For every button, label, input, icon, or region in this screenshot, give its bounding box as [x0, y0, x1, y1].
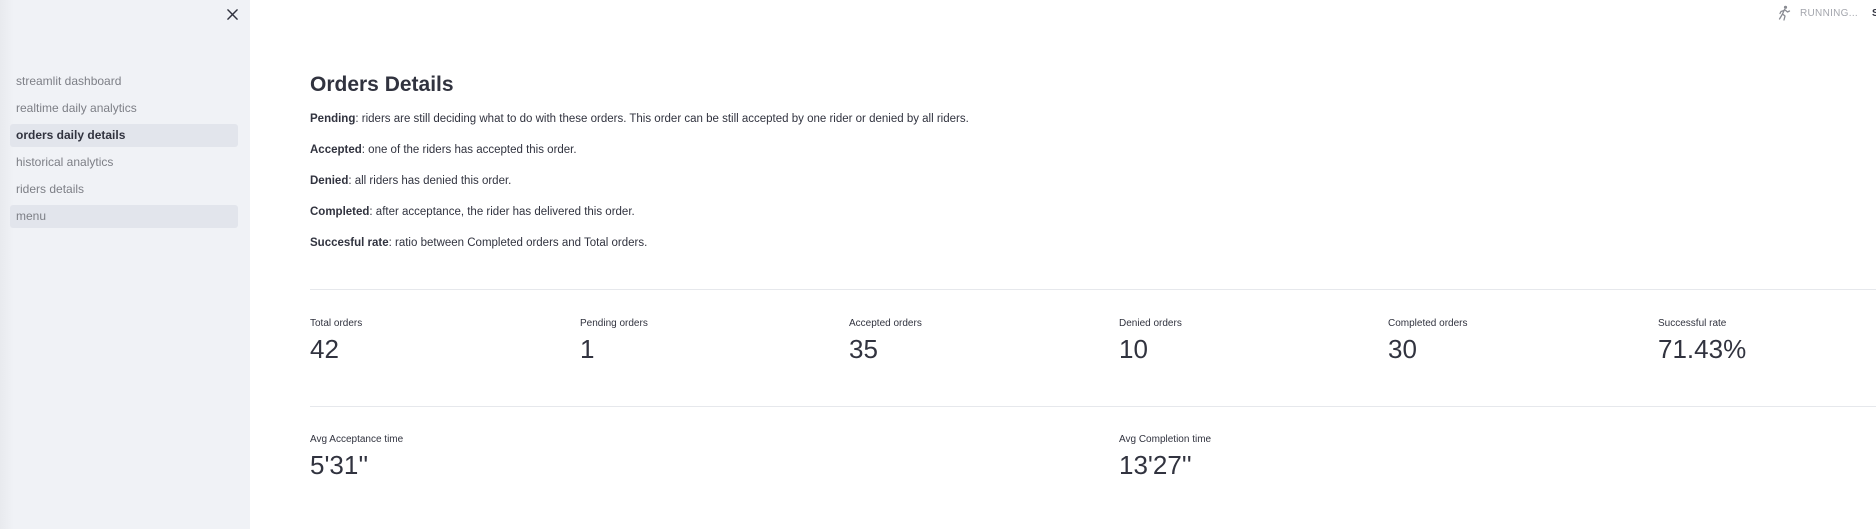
metric-value: 5'31'': [310, 450, 369, 480]
metric-value: 13'27'': [1119, 450, 1192, 480]
main-content: Orders Details Pending: riders are still…: [310, 0, 1876, 529]
metric-value: 42: [310, 334, 339, 364]
definition-term: Pending: [310, 113, 356, 125]
definition-succesful-rate: Succesful rate: ratio between Completed …: [310, 237, 647, 249]
metric-value: 30: [1388, 334, 1417, 364]
sidebar-item-menu[interactable]: menu: [10, 205, 238, 228]
metric-label: Avg Acceptance time: [310, 434, 404, 445]
close-icon: [226, 8, 238, 20]
close-sidebar-button[interactable]: [222, 4, 242, 24]
metric-avg-acceptance-time: Avg Acceptance time 5'31'': [310, 434, 403, 481]
metric-avg-completion-time: Avg Completion time 13'27'': [1119, 434, 1211, 481]
definition-pending: Pending: riders are still deciding what …: [310, 113, 969, 125]
sidebar-item-riders-details[interactable]: riders details: [10, 178, 238, 201]
definition-term: Denied: [310, 175, 349, 187]
metric-value: 1: [580, 334, 595, 364]
sidebar-item-historical-analytics[interactable]: historical analytics: [10, 151, 238, 174]
divider: [310, 289, 1876, 290]
definition-completed: Completed: after acceptance, the rider h…: [310, 206, 635, 218]
metric-label: Successful rate: [1658, 318, 1727, 329]
metric-value: 10: [1119, 334, 1148, 364]
metric-accepted-orders: Accepted orders 35: [849, 318, 922, 365]
definition-term: Succesful rate: [310, 237, 389, 249]
metric-value: 71.43%: [1658, 334, 1747, 364]
metric-label: Accepted orders: [849, 318, 922, 329]
definition-text: : one of the riders has accepted this or…: [361, 144, 577, 156]
metric-label: Avg Completion time: [1119, 434, 1212, 445]
sidebar-nav: streamlit dashboard realtime daily analy…: [10, 70, 238, 232]
definition-denied: Denied: all riders has denied this order…: [310, 175, 511, 187]
divider: [310, 406, 1876, 407]
metric-denied-orders: Denied orders 10: [1119, 318, 1182, 365]
sidebar-item-realtime-daily-analytics[interactable]: realtime daily analytics: [10, 97, 238, 120]
definition-text: : all riders has denied this order.: [348, 175, 512, 187]
sidebar-item-streamlit-dashboard[interactable]: streamlit dashboard: [10, 70, 238, 93]
definition-text: : ratio between Completed orders and Tot…: [388, 237, 648, 249]
metric-label: Pending orders: [580, 318, 648, 329]
definition-text: : after acceptance, the rider has delive…: [369, 206, 635, 218]
metric-successful-rate: Successful rate 71.43%: [1658, 318, 1746, 365]
metric-label: Completed orders: [1388, 318, 1468, 329]
metric-label: Denied orders: [1119, 318, 1182, 329]
sidebar: streamlit dashboard realtime daily analy…: [0, 0, 250, 529]
metric-value: 35: [849, 334, 878, 364]
metric-pending-orders: Pending orders 1: [580, 318, 648, 365]
metric-total-orders: Total orders 42: [310, 318, 362, 365]
sidebar-item-orders-daily-details[interactable]: orders daily details: [10, 124, 238, 147]
metric-label: Total orders: [310, 318, 363, 329]
metric-completed-orders: Completed orders 30: [1388, 318, 1467, 365]
page-title: Orders Details: [310, 73, 454, 96]
definition-term: Completed: [310, 206, 370, 218]
definition-accepted: Accepted: one of the riders has accepted…: [310, 144, 577, 156]
definition-text: : riders are still deciding what to do w…: [355, 113, 969, 125]
definition-term: Accepted: [310, 144, 362, 156]
